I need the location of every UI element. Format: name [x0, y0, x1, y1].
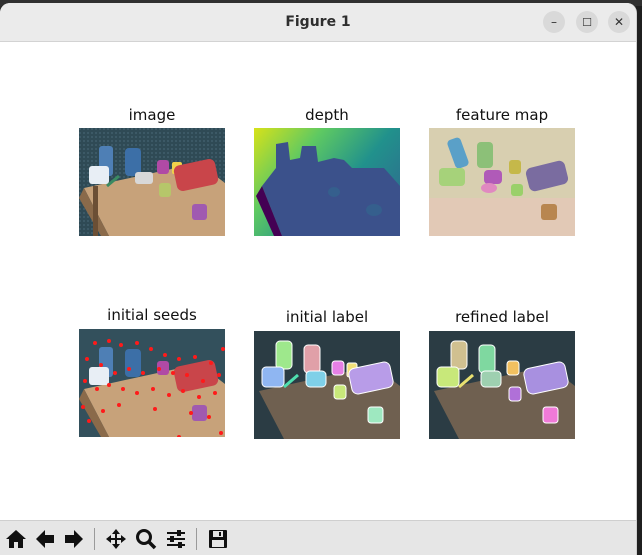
window-title: Figure 1 — [285, 14, 351, 30]
panel-title-initial-seeds: initial seeds — [107, 306, 197, 324]
initial-label-panel-image — [254, 331, 400, 439]
minimize-button[interactable]: – — [543, 11, 565, 33]
panel-title-feature-map: feature map — [455, 106, 549, 124]
zoom-icon — [136, 529, 157, 550]
configure-subplots-button[interactable] — [163, 526, 189, 552]
panel-title-refined-label: refined label — [455, 308, 549, 326]
close-button[interactable]: ✕ — [608, 11, 630, 33]
image-panel-photo — [79, 128, 225, 236]
zoom-button[interactable] — [133, 526, 159, 552]
home-icon — [6, 530, 26, 548]
initial-seeds-panel-photo — [79, 329, 225, 437]
back-arrow-icon — [36, 530, 54, 548]
close-icon: ✕ — [613, 15, 625, 29]
pan-icon — [106, 529, 126, 549]
title-bar[interactable]: Figure 1 – ☐ ✕ — [0, 3, 636, 42]
feature-map-panel-image — [429, 128, 575, 236]
figure-canvas[interactable]: image depth feature map initial seeds in… — [0, 42, 636, 520]
navigation-toolbar — [0, 520, 636, 555]
forward-button[interactable] — [61, 526, 87, 552]
figure-window: Figure 1 – ☐ ✕ image depth feature map i… — [0, 3, 637, 555]
maximize-icon: ☐ — [582, 16, 592, 29]
toolbar-separator — [196, 528, 197, 550]
configure-subplots-icon — [167, 530, 185, 548]
save-icon — [209, 530, 227, 548]
panel-title-image: image — [128, 106, 176, 124]
maximize-button[interactable]: ☐ — [576, 11, 598, 33]
panel-title-initial-label: initial label — [285, 308, 369, 326]
minimize-icon: – — [551, 15, 557, 29]
back-button[interactable] — [32, 526, 58, 552]
depth-panel-map — [254, 128, 400, 236]
panel-title-depth: depth — [305, 106, 349, 124]
forward-arrow-icon — [65, 530, 83, 548]
toolbar-separator — [94, 528, 95, 550]
home-button[interactable] — [3, 526, 29, 552]
refined-label-panel-image — [429, 331, 575, 439]
save-button[interactable] — [205, 526, 231, 552]
pan-button[interactable] — [103, 526, 129, 552]
